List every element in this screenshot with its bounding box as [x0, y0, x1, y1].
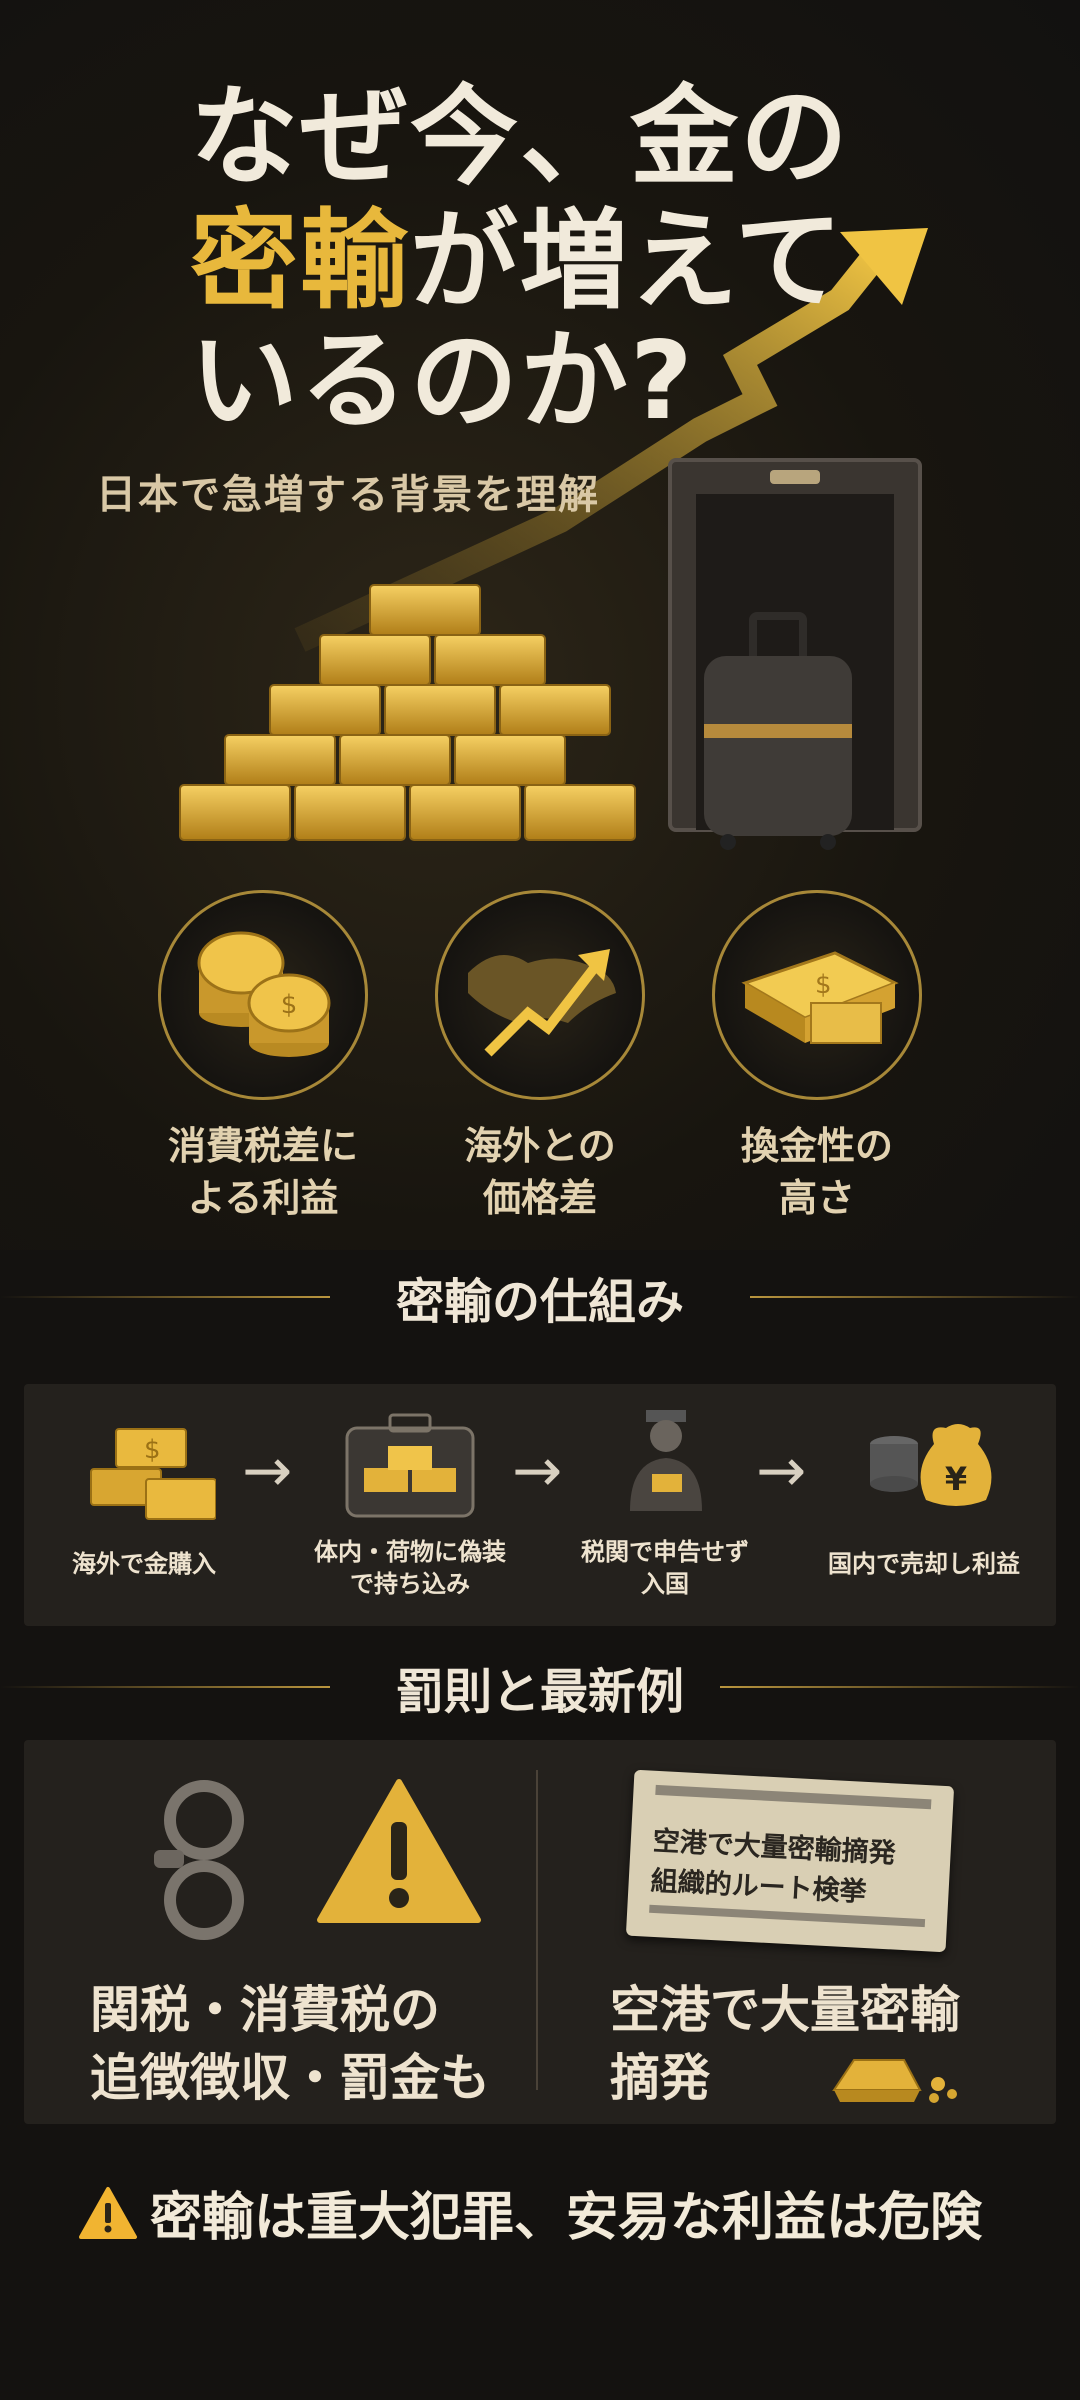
- world-price-arrow-icon: [435, 890, 645, 1100]
- title-highlight: 密輸: [190, 199, 411, 324]
- gold-bars-icon: $: [90, 1428, 216, 1520]
- mechanism-heading: 密輸の仕組み: [395, 1274, 684, 1330]
- step-label-4: 国内で売却し利益: [828, 1550, 1020, 1578]
- step-label-1: 海外で金購入: [72, 1550, 216, 1578]
- feature-label-3: 換金性の 高さ: [740, 1124, 893, 1220]
- penalties-panel: 関税・消費税の 追徴徴収・罰金も 空港で大量密輸摘発 組織的ルート検挙 空港で大量…: [24, 1740, 1056, 2124]
- svg-text:$: $: [281, 990, 298, 1020]
- flow-arrow-1: →: [242, 1436, 293, 1506]
- newspaper: 空港で大量密輸摘発 組織的ルート検挙: [625, 1769, 955, 1953]
- feature-price-gap: [435, 890, 645, 1100]
- title-line-2: 密輸が増えて: [190, 202, 845, 322]
- step-label-3: 税関で申告せず 入国: [581, 1538, 749, 1598]
- feature-convertibility: $: [712, 890, 922, 1100]
- warning-text: 密輸は重大犯罪、安易な利益は危険: [150, 2188, 983, 2248]
- feature-label-1: 消費税差に よる利益: [167, 1124, 358, 1220]
- title-line-3: いるのか?: [190, 319, 695, 444]
- feature-label-2: 海外との 価格差: [464, 1124, 616, 1220]
- title-line-2-rest: が増えて: [410, 199, 845, 324]
- svg-text:$: $: [815, 970, 832, 1000]
- title-line-1: なぜ今、金の: [190, 75, 851, 200]
- step-label-2: 体内・荷物に偽装 で持ち込み: [314, 1538, 506, 1598]
- flow-arrow-3: →: [756, 1436, 807, 1506]
- coins-icon: $: [158, 890, 368, 1100]
- handcuffs-icon: [154, 1780, 244, 1940]
- customs-officer-icon: [630, 1410, 702, 1511]
- gold-bar-pyramid-icon: [179, 584, 636, 841]
- penalties-heading: 罰則と最新例: [395, 1664, 684, 1720]
- yen-money-bag-icon: ¥: [870, 1424, 992, 1506]
- hero-section: なぜ今、金の 密輸が増えて いるのか? 日本で急増する背景を理解 $ $ 消費税…: [0, 0, 1080, 1250]
- panel-divider: [536, 1770, 538, 2090]
- gold-nugget-icon: [832, 2059, 957, 2103]
- svg-text:$: $: [144, 1435, 161, 1465]
- feature-consumption-tax: $: [158, 890, 368, 1100]
- svg-text:¥: ¥: [945, 1460, 967, 1498]
- suitcase-gold-icon: [345, 1413, 475, 1518]
- flow-arrow-2: →: [512, 1436, 563, 1506]
- suitcase-icon: [704, 612, 852, 850]
- cash-bundle-icon: $: [712, 890, 922, 1100]
- mechanism-panel: $ → → → ¥ 海外で金購入 体内・荷物に偽装 で持ち込み 税関で申告せず 入国…: [24, 1384, 1056, 1626]
- warning-triangle-icon: [317, 1779, 481, 1923]
- penalty-left-text: 関税・消費税の 追徴徴収・罰金も: [90, 1981, 490, 2107]
- subtitle: 日本で急増する背景を理解: [96, 472, 600, 518]
- warning-icon: [79, 2187, 137, 2239]
